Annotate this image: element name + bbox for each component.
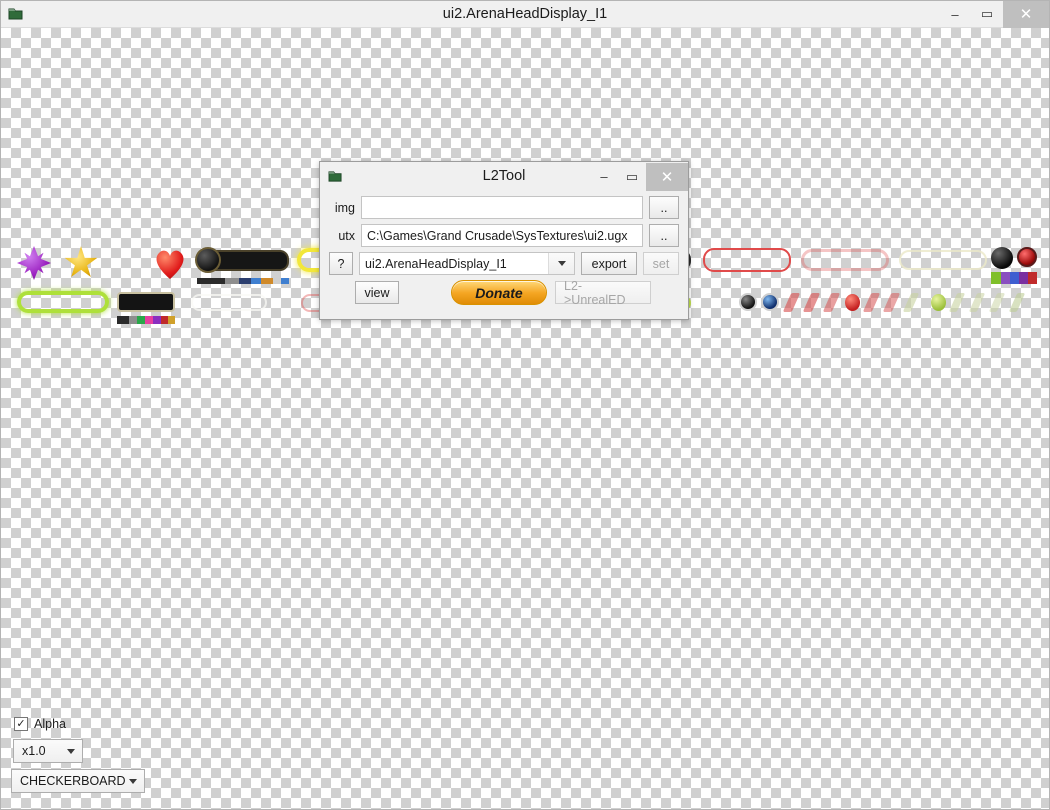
dialog-titlebar: L2Tool – ▭ ✕ (320, 162, 688, 191)
sprite-slash-6 (902, 293, 920, 312)
zoom-select[interactable]: x1.0 (13, 739, 83, 763)
sprite-dark-gem-bar (117, 292, 175, 312)
alpha-label: Alpha (34, 717, 66, 731)
sprite-slash-1 (782, 293, 801, 312)
sprite-red-frame-a (703, 248, 791, 272)
minimize-button[interactable]: – (939, 1, 971, 28)
img-input[interactable] (361, 196, 643, 219)
sprite-blue-gem-circle (761, 293, 779, 311)
img-label: img (334, 200, 355, 215)
utx-label: utx (338, 228, 355, 243)
dialog-minimize-button[interactable]: – (590, 163, 618, 191)
sprite-cross-icon (17, 246, 51, 280)
sprite-slash-10 (1008, 293, 1026, 312)
sprite-dark-gem-circle (739, 293, 757, 311)
background-select-value: CHECKERBOARD (20, 774, 126, 788)
check-icon: ✓ (16, 717, 26, 730)
alpha-checkbox-row[interactable]: ✓ Alpha (14, 717, 66, 731)
texture-canvas[interactable]: ✓ Alpha x1.0 CHECKERBOARD L2Tool – ▭ ✕ i… (1, 28, 1049, 809)
sprite-slash-3 (822, 293, 841, 312)
sprite-red-frame-b (801, 249, 889, 271)
view-button[interactable]: view (355, 281, 399, 304)
sprite-slash-2 (802, 293, 821, 312)
help-button[interactable]: ? (329, 252, 353, 275)
action-row: view Donate L2->UnrealED (329, 279, 679, 307)
close-button[interactable]: ✕ (1003, 0, 1049, 28)
utx-browse-button[interactable]: .. (649, 224, 679, 247)
folder-icon (1, 1, 31, 28)
texture-select[interactable]: ui2.ArenaHeadDisplay_I1 (359, 252, 575, 275)
folder-icon (320, 163, 350, 190)
sprite-red-blob (845, 294, 860, 311)
l2-to-unrealed-button: L2->UnrealED (555, 279, 651, 307)
sprite-segment-strip-1 (197, 278, 289, 284)
sprite-pale-frame-b (191, 294, 267, 311)
utx-input[interactable]: C:\Games\Grand Crusade\SysTextures\ui2.u… (361, 224, 643, 247)
maximize-button[interactable]: ▭ (971, 1, 1003, 28)
main-window: ui2.ArenaHeadDisplay_I1 – ▭ ✕ ✓ Alpha x1… (0, 0, 1050, 810)
sprite-slash-8 (968, 293, 986, 312)
dialog-window-controls: – ▭ ✕ (590, 162, 688, 191)
sprite-slash-9 (988, 293, 1006, 312)
texture-select-value: ui2.ArenaHeadDisplay_I1 (365, 256, 507, 271)
sprite-star-icon (64, 246, 98, 277)
sprite-slash-7 (948, 293, 966, 312)
chevron-down-icon[interactable] (548, 253, 574, 274)
sprite-red-gem (1017, 247, 1037, 267)
sprite-slash-5 (882, 293, 901, 312)
sprite-bar-orb (195, 247, 221, 273)
background-select[interactable]: CHECKERBOARD (11, 769, 145, 793)
chevron-down-icon (67, 748, 75, 754)
sprite-heart-icon (154, 249, 186, 279)
sprite-slash-4 (862, 293, 881, 312)
dialog-maximize-button[interactable]: ▭ (618, 163, 646, 191)
chevron-down-icon (129, 778, 137, 784)
export-button[interactable]: export (581, 252, 637, 275)
sprite-segment-strip-2 (991, 272, 1041, 284)
page-title: ui2.ArenaHeadDisplay_I1 (442, 6, 608, 22)
window-titlebar: ui2.ArenaHeadDisplay_I1 – ▭ ✕ (1, 0, 1049, 28)
sprite-dark-sphere (991, 247, 1013, 269)
sprite-green-blob (931, 294, 946, 311)
alpha-checkbox[interactable]: ✓ (14, 717, 28, 731)
img-browse-button[interactable]: .. (649, 196, 679, 219)
donate-button[interactable]: Donate (451, 280, 547, 305)
texture-select-row: ? ui2.ArenaHeadDisplay_I1 export set (329, 252, 679, 275)
img-field-row: img .. (329, 196, 679, 219)
sprite-green-glow-frame (17, 291, 109, 313)
window-controls: – ▭ ✕ (939, 0, 1049, 28)
dialog-body: img .. utx C:\Games\Grand Crusade\SysTex… (320, 190, 688, 319)
set-button: set (643, 252, 679, 275)
sprite-moon-icon (111, 247, 143, 279)
utx-field-row: utx C:\Games\Grand Crusade\SysTextures\u… (329, 224, 679, 247)
l2tool-dialog: L2Tool – ▭ ✕ img .. utx C:\Games\Grand C… (319, 161, 689, 320)
zoom-select-value: x1.0 (22, 744, 46, 758)
dialog-close-button[interactable]: ✕ (646, 162, 688, 191)
sprite-segment-strip-3 (117, 316, 175, 324)
sprite-pale-frame-a (899, 250, 987, 270)
